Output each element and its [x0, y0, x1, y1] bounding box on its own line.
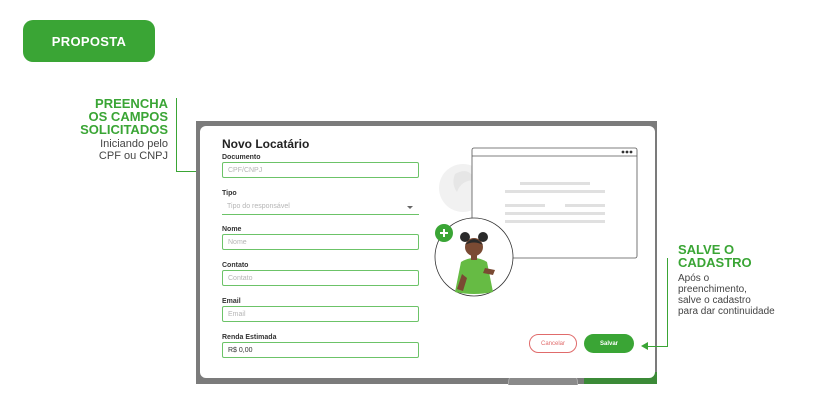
window-dots-icon	[621, 150, 633, 154]
save-annotation: SALVE O CADASTRO Após o preenchimento, s…	[678, 243, 775, 317]
fill-title-line-3: SOLICITADOS	[80, 122, 168, 137]
fill-sub-line-2: CPF ou CNPJ	[98, 150, 168, 162]
save-title: SALVE O CADASTRO	[678, 243, 775, 269]
modal-title: Novo Locatário	[222, 137, 310, 151]
tipo-label: Tipo	[222, 190, 237, 197]
renda-label: Renda Estimada	[222, 334, 277, 341]
contato-input[interactable]: Contato	[222, 270, 419, 286]
tipo-select[interactable]: Tipo do responsável	[222, 199, 419, 215]
chevron-down-icon	[407, 206, 413, 209]
save-sub-line-2: preenchimento,	[678, 284, 747, 295]
connector-line	[667, 258, 668, 346]
fill-fields-subtitle: Iniciando pelo CPF ou CNPJ	[80, 138, 168, 162]
fill-fields-title: PREENCHA OS CAMPOS SOLICITADOS	[80, 97, 168, 136]
cancel-button[interactable]: Cancelar	[529, 334, 577, 353]
save-sub-line-1: Após o	[678, 273, 710, 284]
new-tenant-modal: Novo Locatário Documento CPF/CNPJ Tipo T…	[200, 126, 655, 378]
save-subtitle: Após o preenchimento, salve o cadastro p…	[678, 273, 775, 317]
documento-input[interactable]: CPF/CNPJ	[222, 162, 419, 178]
proposta-badge: PROPOSTA	[23, 20, 155, 62]
fill-fields-annotation: PREENCHA OS CAMPOS SOLICITADOS Iniciando…	[80, 97, 168, 162]
email-input[interactable]: Email	[222, 306, 419, 322]
fill-sub-line-1: Iniciando pelo	[100, 138, 168, 150]
plus-icon	[435, 224, 453, 242]
nome-input[interactable]: Nome	[222, 234, 419, 250]
tenant-illustration	[434, 147, 638, 297]
save-sub-line-3: salve o cadastro	[678, 295, 751, 306]
connector-line	[648, 346, 668, 347]
contato-label: Contato	[222, 262, 249, 269]
save-title-line-2: CADASTRO	[678, 255, 752, 270]
renda-input[interactable]: R$ 0,00	[222, 342, 419, 358]
tipo-placeholder: Tipo do responsável	[227, 203, 290, 210]
arrow-left-icon	[641, 342, 648, 350]
documento-label: Documento	[222, 154, 261, 161]
save-sub-line-4: para dar continuidade	[678, 306, 775, 317]
connector-line	[176, 98, 177, 171]
save-button[interactable]: Salvar	[584, 334, 634, 353]
email-label: Email	[222, 298, 241, 305]
proposta-label: PROPOSTA	[51, 33, 127, 49]
nome-label: Nome	[222, 226, 242, 233]
